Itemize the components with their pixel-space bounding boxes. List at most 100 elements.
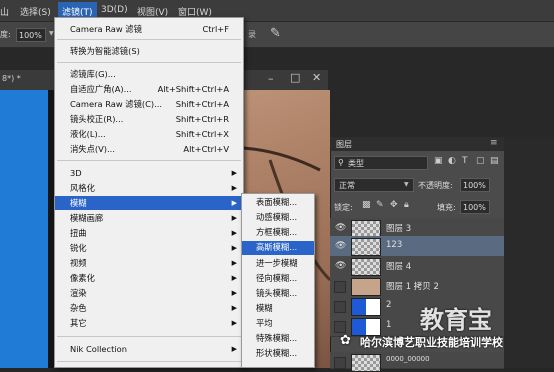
menu-separator bbox=[57, 160, 241, 161]
submenu-item-gaussian-blur[interactable]: 高斯模糊... bbox=[242, 241, 314, 255]
submenu-item-shape-blur[interactable]: 形状模糊... bbox=[242, 347, 314, 361]
layer-row[interactable]: 图层 1 拷贝 2 bbox=[330, 276, 504, 297]
chevron-down-icon[interactable]: ▼ bbox=[49, 30, 54, 37]
opacity-field[interactable]: 100% bbox=[460, 178, 490, 192]
menu-item-liquify[interactable]: 液化(L)... Shift+Ctrl+X bbox=[55, 127, 243, 141]
lock-pixels-icon[interactable]: ✎ bbox=[376, 200, 384, 210]
smart-filter-icon[interactable]: ▤ bbox=[490, 156, 499, 166]
close-icon[interactable]: ✕ bbox=[312, 71, 321, 84]
layer-thumbnail bbox=[351, 238, 381, 256]
eye-icon[interactable]: 👁︎ bbox=[335, 223, 346, 233]
lock-all-icon[interactable]: 🔒︎ bbox=[404, 200, 409, 210]
lock-icons: ▩ ✎ ✥ 🔒︎ bbox=[362, 200, 422, 212]
menu-item-convert-smart-filter[interactable]: 转换为智能滤镜(S) bbox=[55, 44, 243, 58]
submenu-arrow-icon: ▶ bbox=[231, 199, 237, 207]
visibility-toggle[interactable] bbox=[334, 321, 346, 333]
watermark-brand: 教育宝 bbox=[420, 306, 492, 334]
menu-separator bbox=[57, 336, 241, 337]
menu-item-vanishing-point[interactable]: 消失点(V)... Alt+Ctrl+V bbox=[55, 142, 243, 156]
submenu-item-motion-blur[interactable]: 动感模糊... bbox=[242, 211, 314, 225]
submenu-arrow-icon: ▶ bbox=[231, 184, 237, 192]
minimize-icon[interactable]: – bbox=[268, 72, 274, 85]
pixel-filter-icon[interactable]: ▣ bbox=[434, 156, 443, 166]
menu-item-blur-gallery[interactable]: 模糊画廊 ▶ bbox=[55, 211, 243, 225]
visibility-toggle[interactable] bbox=[334, 281, 346, 293]
zoom-field[interactable]: 100% bbox=[16, 28, 46, 42]
layer-row[interactable]: 👁︎ 图层 4 bbox=[330, 256, 504, 277]
submenu-item-average[interactable]: 平均 bbox=[242, 317, 314, 331]
submenu-arrow-icon: ▶ bbox=[231, 319, 237, 327]
layer-name: 图层 1 拷贝 2 bbox=[386, 282, 439, 292]
menu-item-sharpen[interactable]: 锐化 ▶ bbox=[55, 241, 243, 255]
menu-item-blur[interactable]: 模糊 ▶ bbox=[55, 196, 243, 210]
menu-item-nik-collection[interactable]: Nik Collection ▶ bbox=[55, 342, 243, 356]
document-tab[interactable]: 8*) * bbox=[2, 74, 21, 83]
layer-thumbnail bbox=[351, 278, 381, 296]
menu-item-other[interactable]: 其它 ▶ bbox=[55, 316, 243, 330]
maximize-icon[interactable]: □ bbox=[290, 71, 300, 84]
menu-item-camera-raw[interactable]: Camera Raw 滤镜(C)... Shift+Ctrl+A bbox=[55, 97, 243, 111]
menu-partial-left[interactable]: 山 bbox=[0, 5, 9, 18]
menu-item-pixelate[interactable]: 像素化 ▶ bbox=[55, 271, 243, 285]
filter-menu: Camera Raw 滤镜 Ctrl+F 转换为智能滤镜(S) 滤镜库(G)...… bbox=[54, 17, 244, 368]
fill-field[interactable]: 100% bbox=[460, 200, 490, 214]
blur-submenu: 表面模糊... 动感模糊... 方框模糊... 高斯模糊... 进一步模糊 径向… bbox=[241, 193, 315, 368]
menu-separator bbox=[57, 39, 241, 40]
menu-item-render[interactable]: 渲染 ▶ bbox=[55, 286, 243, 300]
layer-name: 图层 4 bbox=[386, 262, 412, 272]
opacity-label: 不透明度: bbox=[418, 181, 453, 190]
submenu-item-blur[interactable]: 模糊 bbox=[242, 302, 314, 316]
menu-item-lens-correction[interactable]: 镜头校正(R)... Shift+Ctrl+R bbox=[55, 112, 243, 126]
layer-name: 0000_00000 bbox=[386, 355, 430, 363]
layer-row[interactable]: 0000_00000 bbox=[330, 352, 504, 372]
right-dock bbox=[504, 137, 554, 368]
wechat-icon: ✿ bbox=[340, 333, 351, 348]
submenu-arrow-icon: ▶ bbox=[231, 244, 237, 252]
layer-name: 123 bbox=[386, 240, 403, 250]
submenu-item-radial-blur[interactable]: 径向模糊... bbox=[242, 272, 314, 286]
visibility-toggle[interactable] bbox=[334, 357, 346, 369]
menu-item-camera-raw-filter[interactable]: Camera Raw 滤镜 Ctrl+F bbox=[55, 22, 243, 36]
eye-icon[interactable]: 👁︎ bbox=[335, 261, 346, 271]
submenu-arrow-icon: ▶ bbox=[231, 289, 237, 297]
menu-item-distort[interactable]: 扭曲 ▶ bbox=[55, 226, 243, 240]
layer-thumbnail bbox=[351, 354, 381, 372]
filter-kind-label: 类型 bbox=[348, 159, 364, 168]
opacity-label: 度: bbox=[0, 30, 11, 39]
menu-item-filter-gallery[interactable]: 滤镜库(G)... bbox=[55, 67, 243, 81]
layer-thumbnail bbox=[351, 298, 381, 316]
submenu-item-lens-blur[interactable]: 镜头模糊... bbox=[242, 287, 314, 301]
filter-kind-select[interactable]: ⚲ 类型 bbox=[334, 156, 428, 170]
shape-filter-icon[interactable]: ▢ bbox=[476, 156, 485, 166]
submenu-arrow-icon: ▶ bbox=[231, 345, 237, 353]
menu-item-stylize[interactable]: 风格化 ▶ bbox=[55, 181, 243, 195]
blue-layer-area bbox=[0, 90, 48, 368]
menu-item-adaptive-wide-angle[interactable]: 自适应广角(A)... Alt+Shift+Ctrl+A bbox=[55, 82, 243, 96]
chevron-down-icon: ▼ bbox=[404, 181, 409, 188]
brush-pressure-icon[interactable]: ✎ bbox=[270, 26, 281, 41]
menu-item-video[interactable]: 视频 ▶ bbox=[55, 256, 243, 270]
submenu-item-smart-blur[interactable]: 特殊模糊... bbox=[242, 332, 314, 346]
layers-panel-title[interactable]: 图层 bbox=[336, 139, 352, 150]
visibility-toggle[interactable] bbox=[334, 301, 346, 313]
lock-position-icon[interactable]: ✥ bbox=[390, 200, 398, 210]
type-filter-icon[interactable]: T bbox=[462, 156, 468, 166]
layer-row[interactable]: 👁︎ 123 bbox=[330, 236, 504, 257]
menu-item-3d[interactable]: 3D ▶ bbox=[55, 166, 243, 180]
options-partial-text: 录 bbox=[248, 30, 256, 39]
lock-transparent-icon[interactable]: ▩ bbox=[362, 200, 371, 210]
panel-menu-icon[interactable]: ≡ bbox=[490, 138, 498, 148]
submenu-item-box-blur[interactable]: 方框模糊... bbox=[242, 226, 314, 240]
watermark-school: 哈尔滨博艺职业技能培训学校 bbox=[360, 336, 503, 349]
blend-mode-select[interactable]: 正常 ▼ bbox=[334, 178, 414, 192]
submenu-item-surface-blur[interactable]: 表面模糊... bbox=[242, 196, 314, 210]
menu-3d[interactable]: 3D(D) bbox=[101, 5, 128, 15]
menu-select[interactable]: 选择(S) bbox=[20, 5, 51, 18]
submenu-item-blur-more[interactable]: 进一步模糊 bbox=[242, 257, 314, 271]
adjust-filter-icon[interactable]: ◐ bbox=[448, 156, 456, 166]
menu-item-noise[interactable]: 杂色 ▶ bbox=[55, 301, 243, 315]
blend-mode-value: 正常 bbox=[339, 181, 355, 190]
eye-icon[interactable]: 👁︎ bbox=[335, 241, 346, 251]
menu-separator bbox=[57, 62, 241, 63]
fill-label: 填充: bbox=[437, 203, 456, 212]
